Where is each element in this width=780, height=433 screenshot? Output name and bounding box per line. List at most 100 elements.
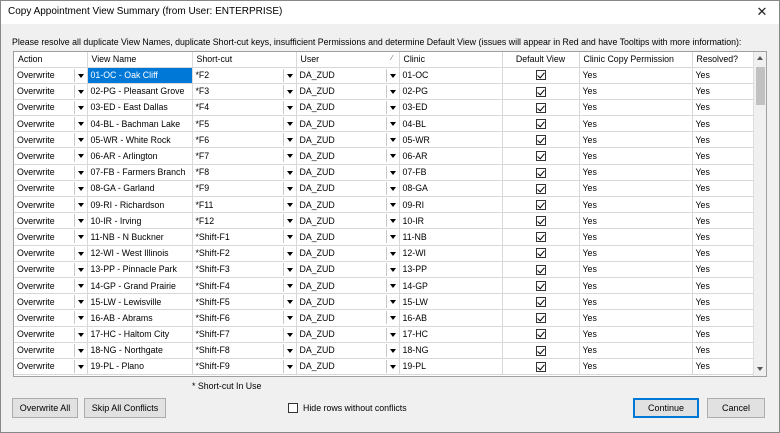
default-view-cell[interactable] — [502, 147, 580, 165]
action-dropdown[interactable]: Overwrite — [14, 228, 88, 246]
chevron-down-icon[interactable] — [385, 311, 398, 325]
default-view-cell[interactable] — [502, 180, 580, 198]
chevron-down-icon[interactable] — [73, 230, 86, 244]
chevron-down-icon[interactable] — [282, 278, 295, 292]
skip-all-conflicts-button[interactable]: Skip All Conflicts — [84, 398, 166, 418]
default-view-checkbox[interactable] — [535, 361, 546, 372]
default-view-checkbox[interactable] — [535, 313, 546, 324]
action-dropdown[interactable]: Overwrite — [14, 164, 88, 181]
scroll-thumb[interactable] — [756, 67, 765, 105]
chevron-down-icon[interactable] — [385, 262, 398, 276]
default-view-checkbox[interactable] — [535, 183, 546, 194]
default-view-cell[interactable] — [502, 99, 580, 117]
action-dropdown[interactable]: Overwrite — [14, 212, 88, 230]
user-dropdown[interactable]: DA_ZUD — [296, 212, 400, 230]
table-row[interactable]: Overwrite 08-GA - Garland *F9 DA_ZUD 08-GA Ye… — [14, 180, 755, 198]
chevron-down-icon[interactable] — [385, 343, 398, 357]
view-name-cell[interactable]: 04-BL - Bachman Lake — [87, 115, 193, 133]
table-row[interactable]: Overwrite 11-NB - N Buckner *Shift-F1 DA_ZU… — [14, 228, 755, 246]
cancel-button[interactable]: Cancel — [707, 398, 765, 418]
user-dropdown[interactable]: DA_ZUD — [296, 293, 400, 311]
chevron-down-icon[interactable] — [282, 198, 295, 211]
action-dropdown[interactable]: Overwrite — [14, 293, 88, 311]
user-dropdown[interactable]: DA_ZUD — [296, 342, 400, 359]
chevron-down-icon[interactable] — [282, 295, 295, 309]
table-row[interactable]: Overwrite 14-GP - Grand Prairie *Shift-F4 D… — [14, 277, 755, 295]
shortcut-dropdown[interactable]: *Shift-F4 — [192, 277, 297, 295]
default-view-checkbox[interactable] — [535, 86, 546, 97]
chevron-down-icon[interactable] — [282, 117, 295, 131]
chevron-down-icon[interactable] — [282, 84, 295, 98]
chevron-down-icon[interactable] — [73, 262, 86, 276]
action-dropdown[interactable]: Overwrite — [14, 358, 88, 376]
chevron-down-icon[interactable] — [282, 343, 295, 357]
default-view-checkbox[interactable] — [535, 118, 546, 129]
chevron-down-icon[interactable] — [385, 133, 398, 147]
table-row[interactable]: Overwrite 05-WR - White Rock *F6 DA_ZUD 05-W… — [14, 131, 755, 149]
action-dropdown[interactable]: Overwrite — [14, 342, 88, 359]
chevron-down-icon[interactable] — [282, 149, 295, 163]
col-header-clinic[interactable]: Clinic — [399, 52, 503, 68]
chevron-down-icon[interactable] — [282, 230, 295, 244]
action-dropdown[interactable]: Overwrite — [14, 115, 88, 133]
view-name-cell[interactable]: 05-WR - White Rock — [87, 131, 193, 149]
continue-button[interactable]: Continue — [633, 398, 699, 418]
chevron-down-icon[interactable] — [385, 246, 398, 260]
user-dropdown[interactable]: DA_ZUD — [296, 261, 400, 278]
default-view-cell[interactable] — [502, 212, 580, 230]
table-row[interactable]: Overwrite 09-RI - Richardson *F11 DA_ZUD 09-… — [14, 196, 755, 214]
default-view-cell[interactable] — [502, 261, 580, 278]
user-dropdown[interactable]: DA_ZUD — [296, 164, 400, 181]
overwrite-all-button[interactable]: Overwrite All — [12, 398, 78, 418]
chevron-down-icon[interactable] — [385, 359, 398, 373]
chevron-down-icon[interactable] — [385, 181, 398, 195]
default-view-cell[interactable] — [502, 164, 580, 181]
chevron-down-icon[interactable] — [385, 117, 398, 131]
view-name-cell[interactable]: 19-PL - Plano — [87, 358, 193, 376]
chevron-down-icon[interactable] — [282, 359, 295, 373]
chevron-down-icon[interactable] — [385, 100, 398, 114]
chevron-down-icon[interactable] — [385, 327, 398, 341]
chevron-down-icon[interactable] — [385, 149, 398, 163]
user-dropdown[interactable]: DA_ZUD — [296, 245, 400, 262]
chevron-down-icon[interactable] — [385, 198, 398, 211]
table-row[interactable]: Overwrite 13-PP - Pinnacle Park *Shift-F3 D… — [14, 261, 755, 278]
user-dropdown[interactable]: DA_ZUD — [296, 99, 400, 117]
chevron-down-icon[interactable] — [282, 246, 295, 260]
shortcut-dropdown[interactable]: *F3 — [192, 83, 297, 100]
action-dropdown[interactable]: Overwrite — [14, 326, 88, 343]
chevron-down-icon[interactable] — [282, 181, 295, 195]
chevron-down-icon[interactable] — [385, 84, 398, 98]
default-view-cell[interactable] — [502, 326, 580, 343]
default-view-checkbox[interactable] — [535, 70, 546, 81]
action-dropdown[interactable]: Overwrite — [14, 67, 88, 84]
table-row[interactable]: Overwrite 03-ED - East Dallas *F4 DA_ZUD 03-… — [14, 99, 755, 117]
chevron-down-icon[interactable] — [73, 359, 86, 373]
default-view-checkbox[interactable] — [535, 297, 546, 308]
hide-rows-toggle[interactable]: Hide rows without conflicts — [288, 403, 407, 413]
chevron-down-icon[interactable] — [73, 278, 86, 292]
chevron-down-icon[interactable] — [282, 214, 295, 228]
chevron-down-icon[interactable] — [282, 311, 295, 325]
vertical-scrollbar[interactable] — [753, 52, 766, 376]
shortcut-dropdown[interactable]: *Shift-F6 — [192, 309, 297, 327]
view-name-cell[interactable]: 01-OC - Oak Cliff — [87, 67, 193, 84]
table-row[interactable]: Overwrite 16-AB - Abrams *Shift-F6 DA_ZUD 16… — [14, 309, 755, 327]
col-header-action[interactable]: Action — [14, 52, 88, 68]
default-view-checkbox[interactable] — [535, 216, 546, 227]
chevron-down-icon[interactable] — [73, 214, 86, 228]
view-name-cell[interactable]: 02-PG - Pleasant Grove — [87, 83, 193, 100]
col-header-user[interactable]: User ⁄ — [296, 52, 400, 68]
action-dropdown[interactable]: Overwrite — [14, 245, 88, 262]
shortcut-dropdown[interactable]: *Shift-F2 — [192, 245, 297, 262]
view-name-cell[interactable]: 12-WI - West Illinois — [87, 245, 193, 262]
user-dropdown[interactable]: DA_ZUD — [296, 277, 400, 295]
chevron-down-icon[interactable] — [385, 295, 398, 309]
default-view-cell[interactable] — [502, 131, 580, 149]
default-view-cell[interactable] — [502, 277, 580, 295]
action-dropdown[interactable]: Overwrite — [14, 196, 88, 214]
view-name-cell[interactable]: 13-PP - Pinnacle Park — [87, 261, 193, 278]
shortcut-dropdown[interactable]: *Shift-F5 — [192, 293, 297, 311]
shortcut-dropdown[interactable]: *F12 — [192, 212, 297, 230]
view-name-cell[interactable]: 16-AB - Abrams — [87, 309, 193, 327]
